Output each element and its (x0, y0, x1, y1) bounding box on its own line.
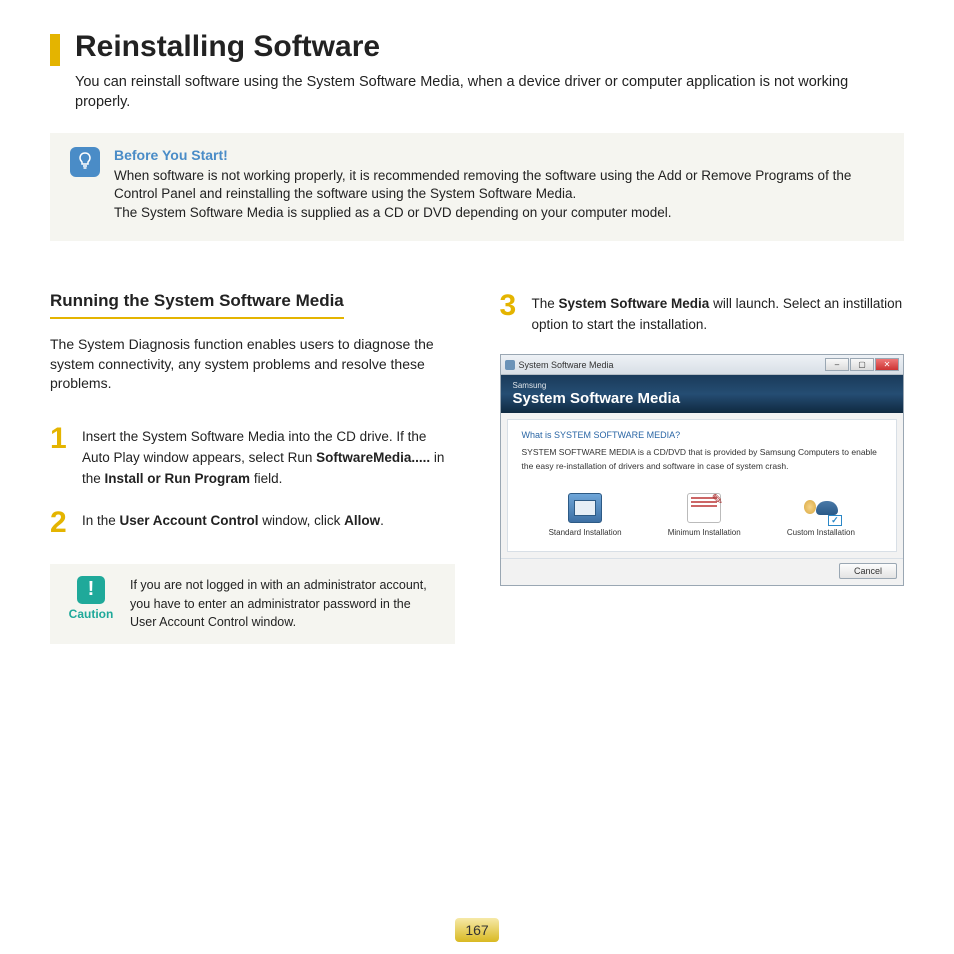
page-title: Reinstalling Software (75, 30, 380, 64)
close-button[interactable]: ✕ (875, 358, 899, 371)
window-banner: Samsung System Software Media (501, 375, 904, 413)
title-accent-bar (50, 34, 60, 66)
banner-title: System Software Media (513, 390, 892, 407)
section-desc: The System Diagnosis function enables us… (50, 335, 455, 394)
section-title: Running the System Software Media (50, 291, 344, 319)
exclamation-icon: ! (77, 576, 105, 604)
window-title: System Software Media (519, 360, 614, 370)
banner-subtitle: Samsung (513, 381, 892, 390)
app-icon (505, 360, 515, 370)
intro-text: You can reinstall software using the Sys… (75, 72, 904, 113)
document-icon (687, 493, 721, 523)
step-3: 3 The System Software Media will launch.… (500, 291, 905, 336)
lightbulb-icon (70, 147, 100, 177)
step-1: 1 Insert the System Software Media into … (50, 424, 455, 490)
screenshot-window: System Software Media – ▢ ✕ Samsung Syst… (500, 354, 905, 586)
body-question: What is SYSTEM SOFTWARE MEDIA? (522, 430, 883, 440)
window-titlebar: System Software Media – ▢ ✕ (501, 355, 904, 375)
body-desc: SYSTEM SOFTWARE MEDIA is a CD/DVD that i… (522, 446, 883, 473)
option-label: Standard Installation (549, 528, 622, 537)
step-text: In the User Account Control window, clic… (82, 508, 384, 538)
tip-callout: Before You Start! When software is not w… (50, 133, 904, 242)
monitor-icon (568, 493, 602, 523)
option-custom-installation[interactable]: ✓ Custom Installation (787, 493, 855, 537)
caution-text: If you are not logged in with an adminis… (130, 576, 439, 632)
step-text: Insert the System Software Media into th… (82, 424, 455, 490)
cancel-button[interactable]: Cancel (839, 563, 897, 579)
tip-title: Before You Start! (114, 147, 884, 163)
option-label: Custom Installation (787, 528, 855, 537)
page-number: 167 (465, 922, 488, 938)
step-2: 2 In the User Account Control window, cl… (50, 508, 455, 538)
user-check-icon: ✓ (804, 493, 838, 523)
tip-text: When software is not working properly, i… (114, 167, 884, 224)
step-number: 2 (50, 508, 74, 538)
maximize-button[interactable]: ▢ (850, 358, 874, 371)
step-text: The System Software Media will launch. S… (532, 291, 905, 336)
option-label: Minimum Installation (668, 528, 741, 537)
step-number: 3 (500, 291, 524, 336)
caution-label: Caution (69, 607, 114, 621)
minimize-button[interactable]: – (825, 358, 849, 371)
page-number-badge: 167 (455, 918, 499, 942)
option-standard-installation[interactable]: Standard Installation (549, 493, 622, 537)
option-minimum-installation[interactable]: Minimum Installation (668, 493, 741, 537)
step-number: 1 (50, 424, 74, 490)
caution-callout: ! Caution If you are not logged in with … (50, 564, 455, 644)
